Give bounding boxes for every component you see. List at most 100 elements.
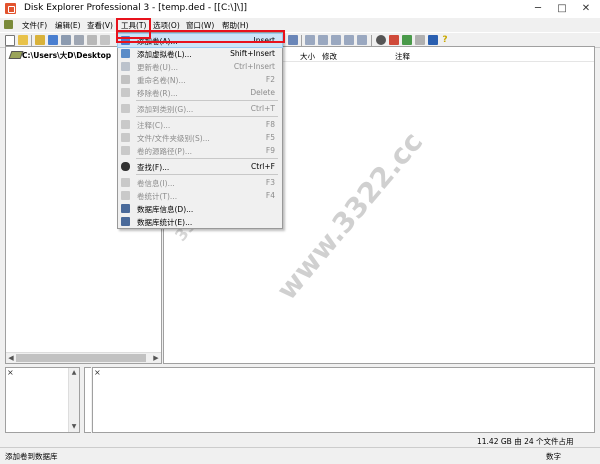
menu-item-label: 注释(C)... bbox=[137, 121, 171, 130]
file-level-icon bbox=[121, 133, 130, 142]
open-folder-icon[interactable] bbox=[18, 35, 28, 45]
view-tree-icon[interactable] bbox=[344, 35, 354, 45]
info-toolbar-icon[interactable] bbox=[428, 35, 438, 45]
menu-item-label: 卷信息(I)... bbox=[137, 179, 175, 188]
database-toolbar-icon[interactable] bbox=[389, 35, 399, 45]
maximize-button[interactable]: □ bbox=[550, 0, 574, 18]
menu-file[interactable]: 文件(F) bbox=[22, 20, 47, 31]
menu-item-label: 卷的源路径(P)... bbox=[137, 147, 193, 156]
tree-horizontal-scrollbar[interactable]: ◀ ▶ bbox=[6, 352, 161, 363]
annotation-highlight-add-volume bbox=[116, 30, 285, 43]
scroll-down-arrow-icon[interactable]: ▼ bbox=[69, 422, 79, 432]
view-list-icon[interactable] bbox=[288, 35, 298, 45]
panel-close-icon[interactable]: × bbox=[94, 368, 101, 377]
menu-item-label: 添加到类别(G)... bbox=[137, 105, 194, 114]
stats-toolbar-icon[interactable] bbox=[402, 35, 412, 45]
menu-bar: 文件(F) 编辑(E) 查看(V) 工具(T) 选项(O) 窗口(W) 帮助(H… bbox=[0, 18, 600, 32]
properties-toolbar-icon[interactable] bbox=[74, 35, 84, 45]
scroll-right-arrow-icon[interactable]: ▶ bbox=[151, 353, 161, 363]
menu-item-find[interactable]: 查找(F)... Ctrl+F bbox=[118, 160, 282, 173]
status-message: 添加卷到数据库 bbox=[5, 452, 58, 461]
print-toolbar-icon[interactable] bbox=[415, 35, 425, 45]
source-path-icon bbox=[121, 146, 130, 155]
menu-item-label: 重命名卷(N)... bbox=[137, 76, 186, 85]
menu-item-shortcut: Ctrl+Insert bbox=[233, 62, 275, 71]
menu-separator bbox=[136, 100, 278, 101]
menu-item-shortcut: Shift+Insert bbox=[230, 49, 275, 58]
binoculars-toolbar-icon[interactable] bbox=[376, 35, 386, 45]
menu-item-source-path[interactable]: 卷的源路径(P)... F9 bbox=[118, 144, 282, 157]
menu-item-remove-volume[interactable]: 移除卷(R)... Delete bbox=[118, 86, 282, 99]
close-button[interactable]: ✕ bbox=[574, 0, 598, 18]
menu-edit[interactable]: 编辑(E) bbox=[55, 20, 81, 31]
menu-item-shortcut: Ctrl+T bbox=[250, 104, 275, 113]
window-title: Disk Explorer Professional 3 - [temp.ded… bbox=[24, 3, 247, 13]
scroll-left-arrow-icon[interactable]: ◀ bbox=[6, 353, 16, 363]
tree-root-item[interactable]: C:\Users\大D\Desktop bbox=[22, 50, 111, 61]
new-database-icon[interactable] bbox=[5, 35, 15, 46]
tools-dropdown-menu: 添加卷(A)... Insert 添加虚拟卷(L)... Shift+Inser… bbox=[117, 32, 283, 229]
menu-separator bbox=[136, 116, 278, 117]
menu-item-volume-stats[interactable]: 卷统计(T)... F4 bbox=[118, 189, 282, 202]
menu-item-shortcut: Ctrl+F bbox=[251, 162, 275, 171]
menu-separator bbox=[136, 158, 278, 159]
menu-item-shortcut: F5 bbox=[265, 133, 275, 142]
menu-item-volume-info[interactable]: 卷信息(I)... F3 bbox=[118, 176, 282, 189]
scroll-thumb[interactable] bbox=[16, 354, 146, 362]
total-size-text: 11.42 GB 由 24 个文件占用 bbox=[477, 437, 574, 446]
menu-item-add-to-category[interactable]: 添加到类别(G)... Ctrl+T bbox=[118, 102, 282, 115]
menu-item-shortcut: F9 bbox=[265, 146, 275, 155]
totals-bar: 11.42 GB 由 24 个文件占用 bbox=[0, 435, 600, 447]
view-details-icon[interactable] bbox=[305, 35, 315, 45]
delete-toolbar-icon[interactable] bbox=[87, 35, 97, 45]
update-volume-icon bbox=[121, 62, 130, 71]
info-panel-left[interactable]: × ▲ ▼ bbox=[5, 367, 80, 433]
menu-item-update-volume[interactable]: 更新卷(U)... Ctrl+Insert bbox=[118, 60, 282, 73]
menu-item-rename-volume[interactable]: 重命名卷(N)... F2 bbox=[118, 73, 282, 86]
menu-item-label: 文件/文件夹级别(S)... bbox=[137, 134, 210, 143]
menu-item-label: 移除卷(R)... bbox=[137, 89, 178, 98]
menu-item-label: 数据库统计(E)... bbox=[137, 218, 193, 227]
menu-view[interactable]: 查看(V) bbox=[87, 20, 113, 31]
comment-icon bbox=[121, 120, 130, 129]
save-icon[interactable] bbox=[35, 35, 45, 45]
menu-item-file-level[interactable]: 文件/文件夹级别(S)... F5 bbox=[118, 131, 282, 144]
add-virtual-volume-icon bbox=[121, 49, 130, 58]
info-panel-right[interactable]: × bbox=[92, 367, 595, 433]
scroll-up-arrow-icon[interactable]: ▲ bbox=[69, 368, 79, 378]
menu-item-shortcut: F4 bbox=[265, 191, 275, 200]
help-question-icon[interactable]: ? bbox=[440, 35, 450, 45]
menu-item-shortcut: F2 bbox=[265, 75, 275, 84]
menu-item-database-stats[interactable]: 数据库统计(E)... bbox=[118, 215, 282, 228]
menu-item-shortcut: F8 bbox=[265, 120, 275, 129]
rename-volume-icon bbox=[121, 75, 130, 84]
remove-volume-icon bbox=[121, 88, 130, 97]
app-icon bbox=[5, 3, 16, 14]
minimize-button[interactable]: ─ bbox=[526, 0, 550, 18]
view-columns-icon[interactable] bbox=[357, 35, 367, 45]
toolbar-icon[interactable] bbox=[100, 35, 110, 45]
menu-item-label: 添加虚拟卷(L)... bbox=[137, 50, 192, 59]
status-numlock: 数字 bbox=[546, 452, 561, 461]
status-bar: 添加卷到数据库 数字 bbox=[0, 447, 600, 464]
system-menu-icon[interactable] bbox=[4, 20, 13, 29]
update-volume-toolbar-icon[interactable] bbox=[61, 35, 71, 45]
menu-item-label: 查找(F)... bbox=[137, 163, 170, 172]
bottom-panels: × ▲ ▼ × bbox=[0, 364, 600, 435]
menu-item-add-virtual-volume[interactable]: 添加虚拟卷(L)... Shift+Insert bbox=[118, 47, 282, 60]
panel-close-icon[interactable]: × bbox=[7, 368, 14, 377]
view-small-icons-icon[interactable] bbox=[331, 35, 341, 45]
database-info-icon bbox=[121, 204, 130, 213]
database-stats-icon bbox=[121, 217, 130, 226]
volume-info-icon bbox=[121, 178, 130, 187]
panel-splitter[interactable] bbox=[84, 367, 91, 433]
menu-separator bbox=[136, 174, 278, 175]
menu-item-database-info[interactable]: 数据库信息(D)... bbox=[118, 202, 282, 215]
binoculars-icon bbox=[121, 162, 130, 171]
panel-scrollbar[interactable]: ▲ ▼ bbox=[68, 368, 79, 432]
view-icons-icon[interactable] bbox=[318, 35, 328, 45]
add-volume-toolbar-icon[interactable] bbox=[48, 35, 58, 45]
toolbar-separator bbox=[301, 35, 302, 46]
menu-item-shortcut: F3 bbox=[265, 178, 275, 187]
menu-item-comment[interactable]: 注释(C)... F8 bbox=[118, 118, 282, 131]
